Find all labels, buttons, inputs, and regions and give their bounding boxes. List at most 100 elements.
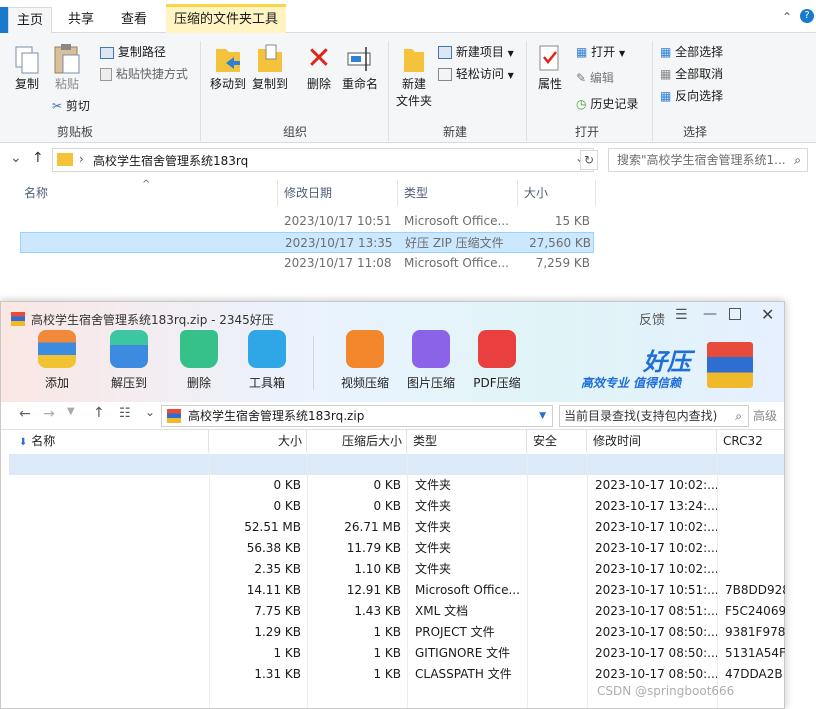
feedback-link[interactable]: 反馈 bbox=[639, 309, 665, 328]
toolbox-button[interactable]: 工具箱 bbox=[235, 330, 299, 391]
search-icon: ⌕ bbox=[794, 153, 801, 167]
paste-button[interactable]: 粘贴 bbox=[52, 43, 82, 92]
file-row[interactable]: 高校学生宿舍管理系统183rq2023/10/17 11:08Microsoft… bbox=[20, 253, 594, 274]
copy-button[interactable]: 复制 bbox=[12, 45, 42, 92]
image-compress-icon bbox=[412, 330, 450, 368]
select-all-icon: ▦ bbox=[660, 45, 672, 59]
video-compress-button[interactable]: 视频压缩 bbox=[333, 330, 397, 391]
archive-row[interactable]: .project1.29 KB1 KBPROJECT 文件2023-10-17 … bbox=[9, 622, 785, 643]
rename-icon bbox=[347, 47, 371, 71]
breadcrumb[interactable]: 高校学生宿舍管理系统183rq bbox=[93, 152, 248, 169]
archive-path-bar[interactable]: 高校学生宿舍管理系统183rq.zip ▼ bbox=[161, 405, 553, 427]
archive-row[interactable]: ssm环境软件说明.docx14.11 KB12.91 KBMicrosoft … bbox=[9, 580, 785, 601]
address-bar[interactable]: › 高校学生宿舍管理系统183rq ⌄ bbox=[52, 148, 594, 172]
col-packed-size[interactable]: 压缩后大小 bbox=[307, 430, 407, 452]
entry-type: CLASSPATH 文件 bbox=[415, 667, 512, 681]
invert-selection-button[interactable]: ▦ 反向选择 bbox=[660, 87, 723, 104]
back-arrow-icon[interactable]: ← bbox=[19, 406, 31, 422]
menu-icon[interactable]: ☰ bbox=[675, 307, 688, 323]
delete-button[interactable]: ✕ 删除 bbox=[304, 43, 334, 92]
haozip-navbar: ← → ▼ ↑ ☷ ⌄ 高校学生宿舍管理系统183rq.zip ▼ 当前目录查找… bbox=[1, 402, 784, 430]
history-icon: ◷ bbox=[576, 97, 587, 111]
archive-row[interactable]: target0 KB0 KB文件夹2023-10-17 10:02:... bbox=[9, 475, 784, 496]
file-tab[interactable] bbox=[0, 7, 8, 33]
column-header-size[interactable]: 大小 bbox=[520, 180, 596, 206]
archive-row[interactable]: ssmi89oxms90 KB0 KB文件夹2023-10-17 13:24:.… bbox=[9, 496, 784, 517]
up-arrow-icon[interactable]: ↑ bbox=[32, 150, 44, 166]
new-folder-icon bbox=[404, 49, 424, 72]
history-button[interactable]: ◷ 历史记录 bbox=[576, 95, 638, 112]
column-header-type[interactable]: 类型 bbox=[400, 180, 518, 206]
paste-shortcut-button[interactable]: 粘贴快捷方式 bbox=[100, 65, 188, 82]
archive-row[interactable]: pom.xml7.75 KB1.43 KBXML 文档2023-10-17 08… bbox=[9, 601, 785, 622]
close-icon[interactable]: ✕ bbox=[761, 305, 774, 324]
archive-row[interactable]: .settings2.35 KB1.10 KB文件夹2023-10-17 10:… bbox=[9, 559, 784, 580]
brand-slogan: 高效专业 值得信赖 bbox=[581, 376, 682, 390]
tab-share[interactable]: 共享 bbox=[56, 7, 106, 33]
col-name[interactable]: ⬇ 名称 bbox=[9, 430, 209, 452]
advanced-search-link[interactable]: 高级 bbox=[753, 407, 777, 424]
select-none-button[interactable]: ▦ 全部取消 bbox=[660, 65, 723, 82]
edit-icon: ✎ bbox=[576, 71, 587, 85]
help-icon[interactable]: ? bbox=[800, 9, 814, 23]
forward-arrow-icon[interactable]: → bbox=[43, 406, 55, 422]
maximize-icon[interactable] bbox=[729, 308, 741, 320]
copy-path-button[interactable]: 复制路径 bbox=[100, 43, 166, 60]
copy-label: 复制 bbox=[14, 77, 39, 91]
col-type[interactable]: 类型 bbox=[407, 430, 527, 452]
tab-home[interactable]: 主页 bbox=[8, 7, 52, 33]
parent-directory-row[interactable]: ..(上层目录) bbox=[9, 454, 784, 475]
history-dropdown-icon[interactable]: ▼ bbox=[67, 406, 75, 417]
file-row[interactable]: 高校学生宿舍管理系统183rq2023/10/17 13:35好压 ZIP 压缩… bbox=[20, 232, 594, 253]
tab-compressed-folder-tools[interactable]: 压缩的文件夹工具 bbox=[166, 4, 286, 33]
column-header-date[interactable]: 修改日期 bbox=[280, 180, 398, 206]
copy-to-button[interactable]: 复制到 bbox=[250, 43, 290, 92]
column-header-name[interactable]: 名称 ^ bbox=[20, 179, 278, 206]
col-modified[interactable]: 修改时间 bbox=[587, 430, 717, 452]
edit-button[interactable]: ✎ 编辑 bbox=[576, 69, 614, 86]
file-row[interactable]: ssm环境软件说明2023/10/17 10:51Microsoft Offic… bbox=[20, 211, 594, 232]
extract-to-button[interactable]: 解压到 bbox=[97, 330, 161, 391]
archive-row[interactable]: .classpath1.31 KB1 KBCLASSPATH 文件2023-10… bbox=[9, 664, 784, 685]
new-item-button[interactable]: 新建项目 ▼ bbox=[438, 43, 514, 60]
file-type: 好压 ZIP 压缩文件 bbox=[405, 236, 504, 250]
image-compress-button[interactable]: 图片压缩 bbox=[399, 330, 463, 391]
entry-modified: 2023-10-17 10:02:... bbox=[595, 562, 719, 576]
move-to-button[interactable]: 移动到 bbox=[208, 43, 248, 92]
view-mode-icon[interactable]: ☷ bbox=[119, 406, 131, 421]
select-group-label: 选择 bbox=[682, 125, 707, 139]
pdf-compress-button[interactable]: PDF压缩 bbox=[465, 330, 529, 391]
group-divider bbox=[388, 41, 389, 141]
add-button[interactable]: 添加 bbox=[25, 330, 89, 391]
select-all-button[interactable]: ▦ 全部选择 bbox=[660, 43, 723, 60]
pdf-compress-label: PDF压缩 bbox=[473, 376, 521, 390]
collapse-ribbon-icon[interactable]: ⌃ bbox=[782, 10, 792, 24]
col-crc32[interactable]: CRC32 bbox=[717, 430, 784, 452]
easy-access-button[interactable]: 轻松访问 ▼ bbox=[438, 65, 514, 82]
archive-row[interactable]: .gitignore1 KB1 KBGITIGNORE 文件2023-10-17… bbox=[9, 643, 785, 664]
archive-row[interactable]: db56.38 KB11.79 KB文件夹2023-10-17 10:02:..… bbox=[9, 538, 784, 559]
recent-locations-chevron-icon[interactable]: ⌄ bbox=[10, 150, 22, 166]
copy-icon bbox=[15, 46, 39, 74]
minimize-icon[interactable]: — bbox=[703, 306, 717, 322]
refresh-icon[interactable]: ↻ bbox=[580, 150, 598, 170]
open-button[interactable]: ▦ 打开 ▼ bbox=[576, 43, 625, 60]
archive-row[interactable]: src52.51 MB26.71 MB文件夹2023-10-17 10:02:.… bbox=[9, 517, 784, 538]
path-dropdown-icon[interactable]: ▼ bbox=[539, 406, 546, 426]
haozip-delete-button[interactable]: 删除 bbox=[167, 330, 231, 391]
breadcrumb-chevron-icon: › bbox=[79, 152, 84, 166]
view-dropdown-icon[interactable]: ⌄ bbox=[145, 405, 155, 419]
tab-view[interactable]: 查看 bbox=[110, 7, 158, 33]
rename-button[interactable]: 重命名 bbox=[342, 43, 378, 92]
cut-button[interactable]: ✂ 剪切 bbox=[52, 97, 90, 114]
search-input[interactable]: 搜索"高校学生宿舍管理系统1... ⌕ bbox=[608, 148, 808, 172]
up-level-icon[interactable]: ↑ bbox=[93, 405, 105, 421]
entry-type: GITIGNORE 文件 bbox=[415, 646, 511, 660]
archive-search-input[interactable]: 当前目录查找(支持包内查找) ⌕ bbox=[559, 405, 749, 427]
cut-label: 剪切 bbox=[65, 99, 90, 113]
col-security[interactable]: 安全 bbox=[527, 430, 587, 452]
new-folder-button[interactable]: 新建 文件夹 bbox=[396, 43, 432, 109]
scissors-icon: ✂ bbox=[52, 99, 63, 113]
col-size[interactable]: 大小 bbox=[209, 430, 307, 452]
properties-button[interactable]: 属性 bbox=[534, 43, 566, 92]
